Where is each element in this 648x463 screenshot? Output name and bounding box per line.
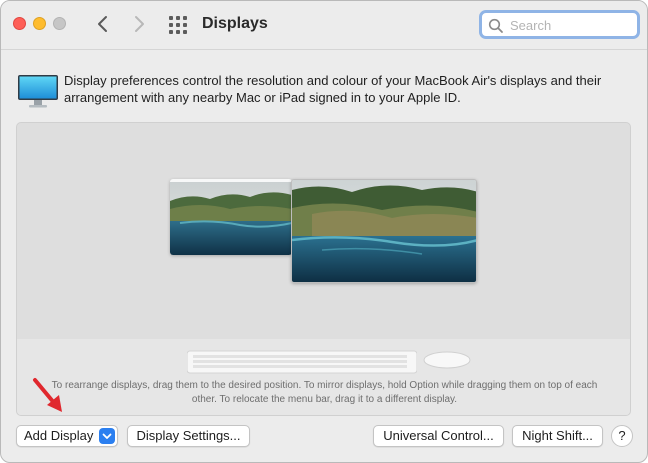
wallpaper-thumbnail: [292, 180, 476, 282]
universal-control-button[interactable]: Universal Control...: [373, 425, 504, 447]
display-settings-button[interactable]: Display Settings...: [127, 425, 250, 447]
add-display-button[interactable]: Add Display: [16, 425, 118, 447]
system-preferences-window: Displays Display preferences control the…: [0, 0, 648, 463]
search-icon: [488, 18, 503, 33]
search-field[interactable]: [479, 10, 640, 39]
chevron-left-icon[interactable]: [93, 14, 113, 34]
main-display[interactable]: [291, 179, 477, 283]
secondary-display[interactable]: [170, 179, 292, 255]
show-all-grid-icon[interactable]: [168, 15, 188, 35]
displays-description: Display preferences control the resoluti…: [64, 73, 602, 105]
dropdown-arrow-icon: [99, 428, 115, 444]
keyboard-icon: [187, 350, 417, 374]
menu-bar-indicator[interactable]: [170, 179, 292, 182]
night-shift-button[interactable]: Night Shift...: [512, 425, 603, 447]
mouse-icon: [423, 351, 471, 369]
help-button[interactable]: ?: [611, 425, 633, 447]
close-button[interactable]: [13, 17, 26, 30]
minimize-button[interactable]: [33, 17, 46, 30]
display-arrangement-area[interactable]: To rearrange displays, drag them to the …: [16, 122, 631, 416]
title-bar: Displays: [1, 1, 647, 50]
search-input[interactable]: [510, 16, 632, 34]
zoom-button[interactable]: [53, 17, 66, 30]
window-title: Displays: [202, 15, 268, 32]
monitor-icon: [18, 75, 58, 108]
arrangement-hint: To rearrange displays, drag them to the …: [51, 380, 598, 405]
annotation-arrow-icon: [33, 378, 62, 412]
wallpaper-thumbnail: [170, 179, 292, 255]
add-display-label: Add Display: [24, 428, 94, 443]
chevron-right-icon[interactable]: [129, 14, 149, 34]
